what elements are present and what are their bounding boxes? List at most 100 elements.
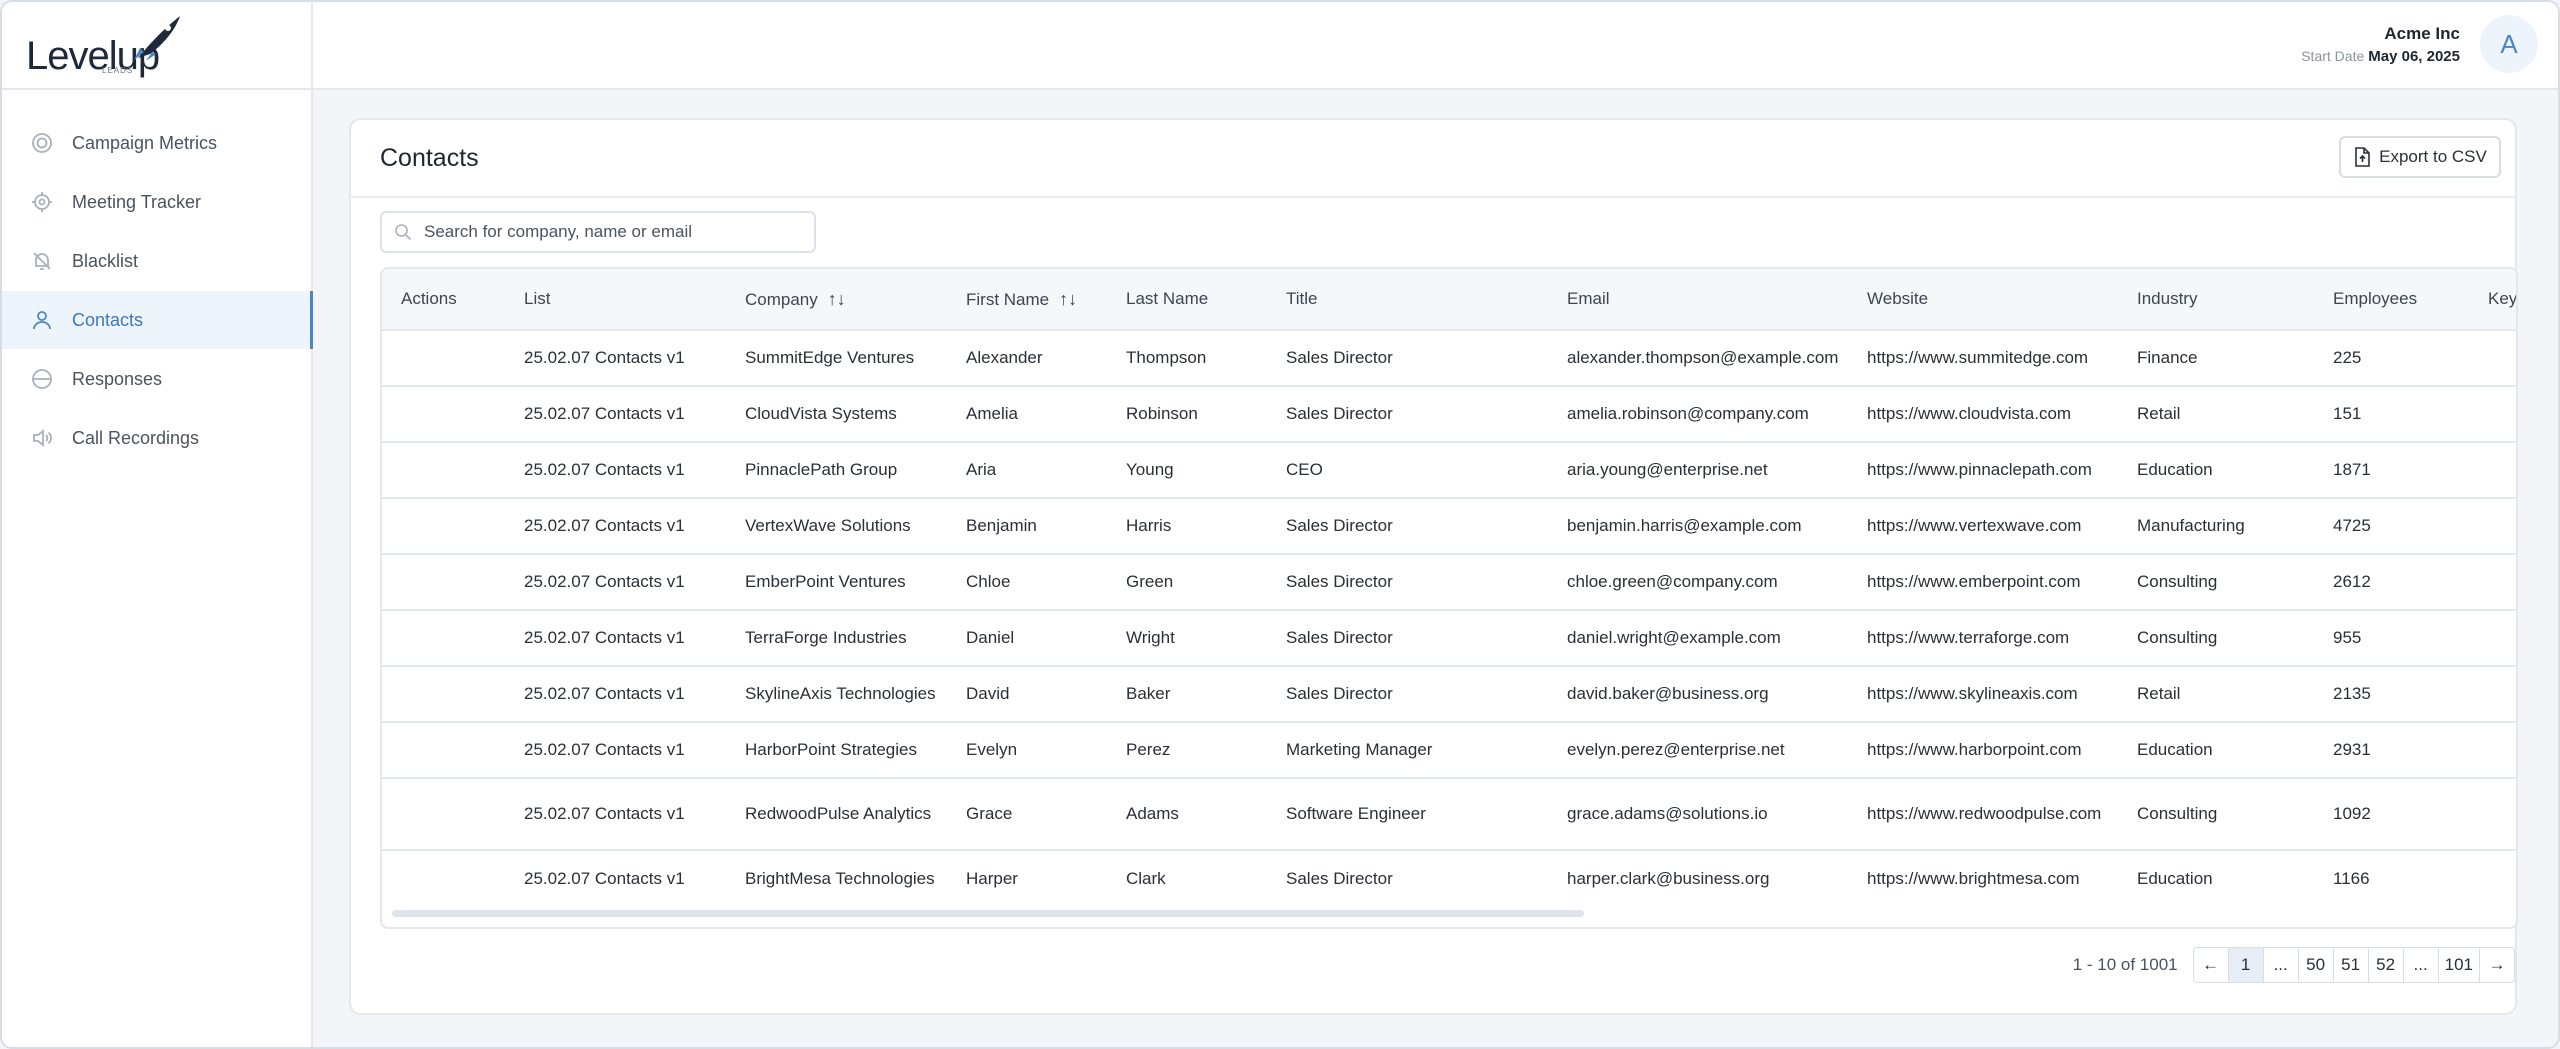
cell-website: https://www.redwoodpulse.com xyxy=(1848,778,2118,851)
cell-actions[interactable] xyxy=(382,610,505,667)
cell-industry: Education xyxy=(2137,868,2213,888)
cell-email: david.baker@business.org xyxy=(1548,666,1848,723)
cell-actions[interactable] xyxy=(382,442,505,499)
table-row[interactable]: 25.02.07 Contacts v1 VertexWave Solutions… xyxy=(382,498,2516,555)
cell-company: SkylineAxis Technologies xyxy=(726,666,947,723)
sidebar-item-blacklist[interactable]: Blacklist xyxy=(2,232,311,290)
contacts-card: Contacts Export to CSV Search for compan… xyxy=(349,118,2518,1015)
column-header-first-name[interactable]: First Name ↑↓ xyxy=(947,269,1107,331)
column-header-key[interactable]: Key xyxy=(2469,269,2516,331)
sidebar-item-call-recordings[interactable]: Call Recordings xyxy=(2,409,311,467)
cell-title: Sales Director xyxy=(1267,666,1548,723)
cell-title: Sales Director xyxy=(1286,868,1393,888)
cell-list: 25.02.07 Contacts v1 xyxy=(505,330,726,387)
column-header-email[interactable]: Email xyxy=(1548,269,1848,331)
cell-actions[interactable] xyxy=(382,666,505,723)
sidebar-item-label: Responses xyxy=(72,368,163,389)
page-button[interactable]: 51 xyxy=(2332,947,2369,983)
column-header-employees[interactable]: Employees xyxy=(2314,269,2469,331)
cell-employees: 2612 xyxy=(2314,554,2469,611)
user-icon xyxy=(30,308,54,332)
company-name: Acme Inc xyxy=(2384,24,2460,43)
page-button[interactable]: 101 xyxy=(2437,947,2480,983)
page-button[interactable]: 50 xyxy=(2297,947,2334,983)
start-date-value: May 06, 2025 xyxy=(2368,48,2460,65)
export-csv-button[interactable]: Export to CSV xyxy=(2339,136,2501,178)
target-icon xyxy=(30,131,54,155)
sidebar: Levelup LEADS Campaign Metrics Meeting T… xyxy=(2,2,313,1047)
cell-key xyxy=(2469,330,2516,387)
sort-arrows-icon[interactable]: ↑↓ xyxy=(1059,289,1077,309)
search-input[interactable] xyxy=(424,222,804,242)
table-row[interactable]: 25.02.07 Contacts v1 HarborPoint Strategi… xyxy=(382,722,2516,779)
cell-last-name: Perez xyxy=(1107,722,1267,779)
cell-actions[interactable] xyxy=(382,498,505,555)
contacts-table-container[interactable]: Actions List Company ↑↓ First Name ↑↓ Last… xyxy=(380,267,2518,929)
table-row[interactable]: 25.02.07 Contacts v1 SummitEdge Ventures A… xyxy=(382,330,2516,387)
cell-industry: Consulting xyxy=(2118,554,2314,611)
prev-page-button[interactable]: ← xyxy=(2192,947,2229,983)
table-row[interactable]: 25.02.07 Contacts v1 CloudVista Systems Am… xyxy=(382,386,2516,443)
column-header-last-name[interactable]: Last Name xyxy=(1107,269,1267,331)
table-row[interactable]: 25.02.07 Contacts v1 EmberPoint Ventures C… xyxy=(382,554,2516,611)
next-page-button[interactable]: → xyxy=(2479,947,2515,983)
start-date-line: Start Date May 06, 2025 xyxy=(2301,48,2460,65)
table-row[interactable]: 25.02.07 Contacts v1 BrightMesa Technolog… xyxy=(382,850,2516,906)
cell-first-name: Amelia xyxy=(947,386,1107,443)
cell-email: benjamin.harris@example.com xyxy=(1548,498,1848,555)
app-frame: Levelup LEADS Campaign Metrics Meeting T… xyxy=(0,0,2560,1049)
page-button[interactable]: 52 xyxy=(2367,947,2404,983)
cell-title: Sales Director xyxy=(1267,386,1548,443)
crosshair-icon xyxy=(30,190,54,214)
cell-actions[interactable] xyxy=(382,330,505,387)
column-header-list[interactable]: List xyxy=(505,269,726,331)
horizontal-scrollbar[interactable] xyxy=(392,910,1584,917)
cell-list: 25.02.07 Contacts v1 xyxy=(505,554,726,611)
cell-website: https://www.cloudvista.com xyxy=(1848,386,2118,443)
cell-last-name: Robinson xyxy=(1107,386,1267,443)
sort-arrows-icon[interactable]: ↑↓ xyxy=(828,289,846,309)
table-row[interactable]: 25.02.07 Contacts v1 SkylineAxis Technolo… xyxy=(382,666,2516,723)
column-header-title[interactable]: Title xyxy=(1267,269,1548,331)
table-row[interactable]: 25.02.07 Contacts v1 RedwoodPulse Analyti… xyxy=(382,778,2516,851)
cell-title: Sales Director xyxy=(1267,498,1548,555)
column-header-company[interactable]: Company ↑↓ xyxy=(726,269,947,331)
column-header-industry[interactable]: Industry xyxy=(2118,269,2314,331)
levelup-logo[interactable]: Levelup LEADS xyxy=(26,12,186,80)
sidebar-item-contacts[interactable]: Contacts xyxy=(2,291,313,349)
cell-employees: 955 xyxy=(2314,610,2469,667)
page-button[interactable]: 1 xyxy=(2227,947,2264,983)
search-box xyxy=(380,211,816,253)
cell-actions[interactable] xyxy=(382,778,505,851)
cell-actions[interactable] xyxy=(382,386,505,443)
cell-email: amelia.robinson@company.com xyxy=(1548,386,1848,443)
column-header-label: First Name xyxy=(966,289,1050,309)
sidebar-item-responses[interactable]: Responses xyxy=(2,350,311,408)
cell-company: PinnaclePath Group xyxy=(726,442,947,499)
cell-actions[interactable] xyxy=(382,554,505,611)
column-header-website[interactable]: Website xyxy=(1848,269,2118,331)
cell-list: 25.02.07 Contacts v1 xyxy=(505,610,726,667)
sidebar-item-campaign-metrics[interactable]: Campaign Metrics xyxy=(2,114,311,172)
table-row[interactable]: 25.02.07 Contacts v1 TerraForge Industrie… xyxy=(382,610,2516,667)
cell-company: RedwoodPulse Analytics xyxy=(726,778,947,851)
speaker-icon xyxy=(30,426,54,450)
cell-list: 25.02.07 Contacts v1 xyxy=(505,386,726,443)
cell-actions[interactable] xyxy=(382,850,505,906)
cell-last-name: Green xyxy=(1107,554,1267,611)
sidebar-item-label: Campaign Metrics xyxy=(72,132,218,153)
cell-employees: 1871 xyxy=(2314,442,2469,499)
table-row[interactable]: 25.02.07 Contacts v1 PinnaclePath Group Ar… xyxy=(382,442,2516,499)
export-label: Export to CSV xyxy=(2379,147,2487,166)
cell-email: chloe.green@company.com xyxy=(1548,554,1848,611)
cell-first-name: David xyxy=(947,666,1107,723)
cell-actions[interactable] xyxy=(382,722,505,779)
cell-employees: 4725 xyxy=(2314,498,2469,555)
cell-last-name: Harris xyxy=(1107,498,1267,555)
table-body: 25.02.07 Contacts v1 SummitEdge Ventures A… xyxy=(382,330,2516,906)
search-icon xyxy=(394,223,412,241)
cell-title: Sales Director xyxy=(1267,610,1548,667)
cell-website: https://www.terraforge.com xyxy=(1848,610,2118,667)
avatar[interactable]: A xyxy=(2480,15,2538,73)
sidebar-item-meeting-tracker[interactable]: Meeting Tracker xyxy=(2,173,311,231)
